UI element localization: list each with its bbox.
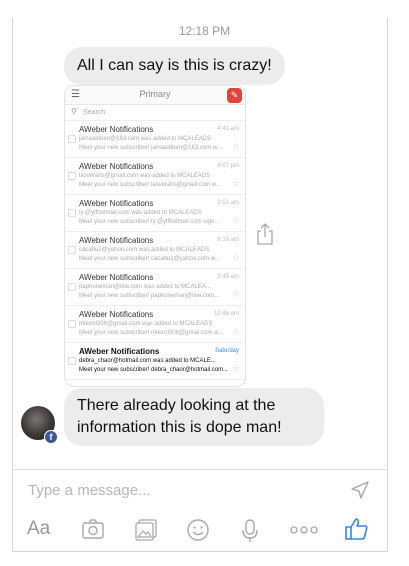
message-input[interactable]: Type a message... <box>28 482 151 499</box>
star-icon[interactable]: ☆ <box>232 178 240 189</box>
compose-icon: ✎ <box>227 88 242 103</box>
email-row[interactable]: AWeber Notifications 4:41 am jamaaldeen@16… <box>65 121 245 158</box>
checkbox[interactable] <box>68 135 76 143</box>
email-preview: Meet your new subscriber! lasverans@gmai… <box>79 182 221 188</box>
email-row[interactable]: AWeber Notifications 4:07 pm lasverans@gma… <box>65 158 245 195</box>
star-icon[interactable]: ☆ <box>232 363 240 374</box>
message-bubble-first[interactable]: All I can say is this is crazy! <box>64 47 285 85</box>
email-sender: AWeber Notifications <box>79 162 154 171</box>
screenshot-search: ⚲ Search <box>65 105 245 121</box>
composer-divider <box>12 469 388 470</box>
checkbox[interactable] <box>68 209 76 217</box>
email-preview: Meet your new subscriber! paphoneman@liv… <box>79 293 220 299</box>
email-time: 6:19 am <box>217 237 239 243</box>
email-time: 3:45 am <box>217 274 239 280</box>
screenshot-title: Primary <box>139 89 171 99</box>
email-subject: mikerd306@gmail.com was added to MCALEAD… <box>79 321 213 327</box>
email-preview: Meet your new subscriber! mikerd306@gmai… <box>79 330 224 336</box>
email-time: 4:07 pm <box>217 163 239 169</box>
email-preview: Meet your new subscriber! ty.@ytfhotmail… <box>79 219 220 225</box>
email-time: 3:51 am <box>217 200 239 206</box>
microphone-icon[interactable] <box>240 518 260 544</box>
timestamp: 12:18 PM <box>178 24 231 38</box>
email-row[interactable]: AWeber Notifications 3:45 am paphoneman@li… <box>65 269 245 306</box>
shared-screenshot[interactable]: ☰ Primary ✎ ⚲ Search AWeber Notification… <box>64 85 246 387</box>
more-icon[interactable] <box>290 526 318 534</box>
text-format-button[interactable]: Aa <box>27 518 50 540</box>
checkbox[interactable] <box>68 283 76 291</box>
star-icon[interactable]: ☆ <box>232 141 240 152</box>
email-preview: Meet your new subscriber! cacahu1@yahoo.… <box>79 256 220 262</box>
camera-icon[interactable] <box>81 518 105 540</box>
search-icon: ⚲ <box>71 107 77 116</box>
email-row[interactable]: AWeber Notifications Saturday debra_chaor@… <box>65 343 245 380</box>
screenshot-header: ☰ Primary ✎ <box>65 86 245 105</box>
email-sender: AWeber Notifications <box>79 310 154 319</box>
email-time: 10:46 am <box>213 311 239 317</box>
like-icon[interactable] <box>344 516 370 542</box>
email-subject: ty.@ytfhotmail.com was added to MCALEADS <box>79 210 202 216</box>
email-subject: jamaaldeen@163.com was added to MCALEADS <box>79 136 212 142</box>
email-list: AWeber Notifications 4:41 am jamaaldeen@16… <box>65 121 245 380</box>
star-icon[interactable]: ☆ <box>232 326 240 337</box>
email-time: Saturday <box>214 348 239 354</box>
email-sender: AWeber Notifications <box>79 347 160 356</box>
email-subject: cacahu1@yahoo.com was added to MCALEADS <box>79 247 210 253</box>
email-row[interactable]: AWeber Notifications 3:51 am ty.@ytfhotmai… <box>65 195 245 232</box>
email-sender: AWeber Notifications <box>79 125 154 134</box>
emoji-icon[interactable] <box>186 518 210 542</box>
email-preview: Meet your new subscriber! jamaaldeen@163… <box>79 145 222 151</box>
send-icon[interactable] <box>350 480 370 500</box>
email-sender: AWeber Notifications <box>79 199 154 208</box>
gallery-icon[interactable] <box>134 518 158 542</box>
email-subject: paphoneman@live.com was added to MCALEA.… <box>79 284 211 290</box>
email-sender: AWeber Notifications <box>79 236 154 245</box>
email-sender: AWeber Notifications <box>79 273 154 282</box>
email-row[interactable]: AWeber Notifications 6:19 am cacahu1@yahoo… <box>65 232 245 269</box>
checkbox[interactable] <box>68 320 76 328</box>
email-preview: Meet your new subscriber! debra_chaor@ho… <box>79 367 229 373</box>
checkbox[interactable] <box>68 246 76 254</box>
email-row[interactable]: AWeber Notifications 10:46 am mikerd306@gm… <box>65 306 245 343</box>
star-icon[interactable]: ☆ <box>232 215 240 226</box>
email-subject: debra_chaor@hotmail.com was added to MCA… <box>79 358 216 364</box>
message-bubble-reply[interactable]: There already looking at the information… <box>64 388 324 446</box>
facebook-badge-icon: f <box>44 430 58 444</box>
checkbox[interactable] <box>68 357 76 365</box>
star-icon[interactable]: ☆ <box>232 252 240 263</box>
screenshot-search-placeholder: Search <box>83 109 106 116</box>
star-icon[interactable]: ☆ <box>232 289 240 300</box>
share-icon[interactable] <box>254 222 276 246</box>
email-time: 4:41 am <box>217 126 239 132</box>
checkbox[interactable] <box>68 172 76 180</box>
email-subject: lasverans@gmail.com was added to MCALEAD… <box>79 173 211 179</box>
